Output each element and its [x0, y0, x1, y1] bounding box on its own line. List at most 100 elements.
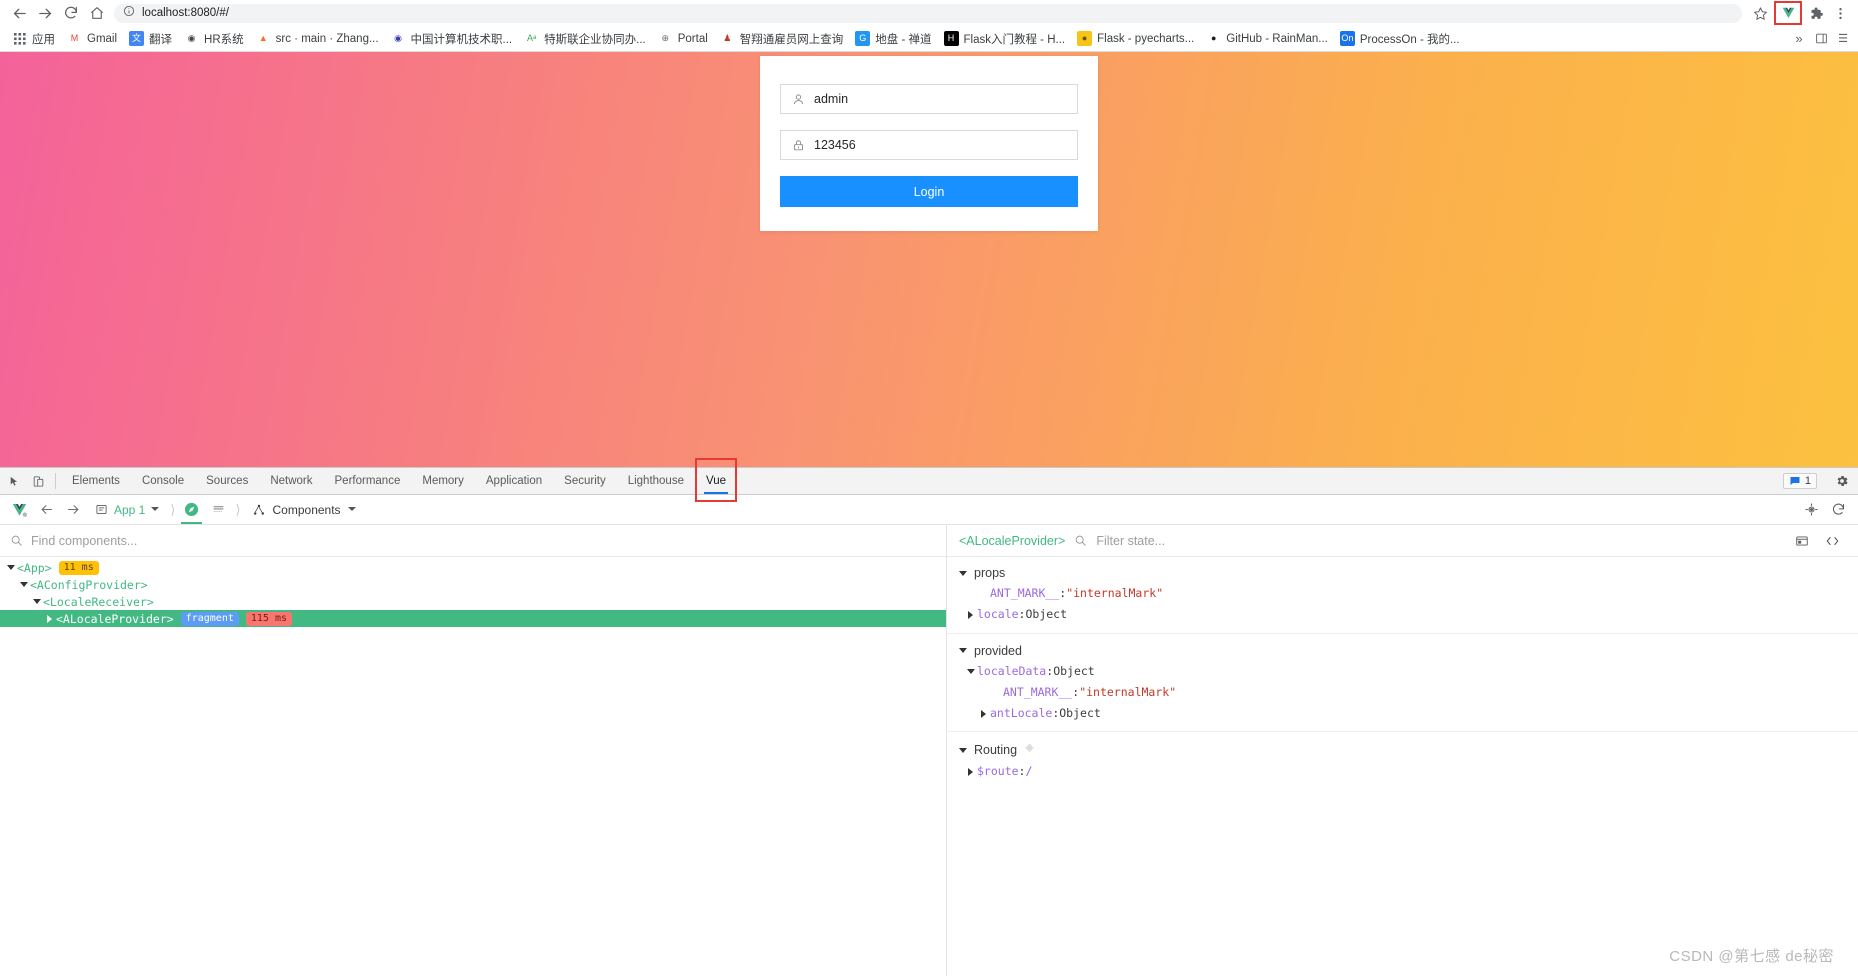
- triangle-down-icon[interactable]: [30, 599, 43, 604]
- devtools-tab-elements[interactable]: Elements: [61, 468, 131, 494]
- vue-back-button[interactable]: [33, 496, 60, 523]
- state-row[interactable]: ANT_MARK__: "internalMark": [947, 583, 1858, 604]
- vue-timeline-icon[interactable]: [205, 496, 232, 523]
- devtools-tab-vue[interactable]: Vue: [695, 468, 737, 494]
- extensions-icon[interactable]: [1804, 0, 1828, 26]
- devtools-tab-performance[interactable]: Performance: [324, 468, 412, 494]
- state-value: "internalMark": [1066, 586, 1164, 600]
- component-search-bar[interactable]: Find components...: [0, 525, 946, 557]
- state-group: props ANT_MARK__: "internalMark" locale: O…: [947, 563, 1858, 634]
- forward-button[interactable]: [32, 0, 58, 26]
- portal-globe-icon: ⊕: [657, 31, 673, 46]
- triangle-right-icon[interactable]: [964, 610, 977, 619]
- devtools-tab-network[interactable]: Network: [259, 468, 323, 494]
- vue-select-in-page-icon[interactable]: [1798, 496, 1825, 523]
- devtools-tab-lighthouse[interactable]: Lighthouse: [617, 468, 695, 494]
- triangle-down-icon[interactable]: [4, 565, 17, 570]
- triangle-down-icon[interactable]: [959, 570, 967, 576]
- state-group-header[interactable]: provided: [947, 641, 1858, 661]
- state-row[interactable]: antLocale: Object: [947, 703, 1858, 724]
- selected-component-name: <ALocaleProvider>: [959, 533, 1066, 548]
- message-icon: [1790, 477, 1800, 485]
- chevron-down-icon-2[interactable]: [347, 507, 356, 515]
- vue-devtools-extension-highlight[interactable]: [1774, 1, 1802, 25]
- console-messages-badge[interactable]: 1: [1782, 473, 1817, 489]
- apps-grid-icon: [12, 31, 27, 46]
- devtools-wrapper: Elements Console Sources Network Performance…: [0, 458, 1858, 976]
- bookmark-item[interactable]: H Flask入门教程 - H...: [938, 29, 1072, 49]
- devtools-tab-sources[interactable]: Sources: [195, 468, 259, 494]
- bookmark-label: GitHub - RainMan...: [1226, 32, 1328, 45]
- component-tree-node[interactable]: <AConfigProvider>: [0, 576, 946, 593]
- triangle-down-icon[interactable]: [959, 747, 967, 753]
- bookmark-item[interactable]: ▲ src · main · Zhang...: [250, 29, 385, 48]
- state-header-actions: [1788, 527, 1846, 554]
- devtools-tab-security[interactable]: Security: [553, 468, 617, 494]
- state-row[interactable]: locale: Object: [947, 604, 1858, 625]
- bookmark-item[interactable]: G 地盘 - 禅道: [849, 29, 937, 49]
- triangle-right-icon[interactable]: [977, 709, 990, 718]
- open-in-editor-icon[interactable]: [1788, 527, 1815, 554]
- bookmark-item[interactable]: Aᵃ 特斯联企业协同办...: [518, 29, 652, 49]
- messages-count: 1: [1804, 475, 1811, 487]
- home-button[interactable]: [84, 0, 110, 26]
- bookmark-item[interactable]: ● GitHub - RainMan...: [1200, 29, 1334, 48]
- component-tree-node[interactable]: <LocaleReceiver>: [0, 593, 946, 610]
- bookmark-side-icon[interactable]: ☰: [1832, 28, 1854, 50]
- bookmark-star-icon[interactable]: [1748, 0, 1772, 26]
- device-toolbar-icon[interactable]: [26, 468, 50, 494]
- vue-app-selector[interactable]: App 1: [87, 503, 167, 517]
- vue-inspect-icon[interactable]: [178, 496, 205, 524]
- vue-forward-button[interactable]: [60, 496, 87, 523]
- address-bar[interactable]: localhost:8080/#/: [114, 3, 1742, 23]
- vue-logo-icon: [6, 496, 33, 523]
- site-info-icon[interactable]: [123, 4, 135, 22]
- bookmark-item[interactable]: ⊕ Portal: [652, 29, 714, 48]
- chrome-menu-icon[interactable]: [1828, 0, 1852, 26]
- bookmarks-overflow: » ☰: [1788, 28, 1854, 50]
- triangle-down-icon[interactable]: [959, 648, 967, 653]
- devtools-tab-console[interactable]: Console: [131, 468, 195, 494]
- state-row[interactable]: ANT_MARK__: "internalMark": [947, 682, 1858, 703]
- bookmark-item[interactable]: ● Flask - pyecharts...: [1071, 29, 1200, 48]
- component-node-name: <App>: [17, 560, 52, 575]
- bookmark-item[interactable]: 文翻译: [123, 29, 178, 49]
- chevron-down-icon[interactable]: [151, 507, 160, 515]
- state-row[interactable]: $route: /: [947, 761, 1858, 782]
- bookmark-item[interactable]: M Gmail: [61, 29, 123, 48]
- show-source-icon[interactable]: [1819, 527, 1846, 554]
- state-group: Routing $route: /: [947, 739, 1858, 789]
- devtools-tab-list: Elements Console Sources Network Performance…: [61, 458, 738, 502]
- bookmark-item[interactable]: ♟ 智翔通雇员网上查询: [714, 29, 850, 49]
- devtools-tab-application[interactable]: Application: [475, 468, 553, 494]
- triangle-right-icon[interactable]: [43, 614, 56, 623]
- back-button[interactable]: [6, 0, 32, 26]
- login-card: admin 123456 Login: [760, 56, 1098, 231]
- state-key: ANT_MARK__: [990, 586, 1060, 600]
- triangle-down-icon[interactable]: [17, 582, 30, 587]
- state-group-header[interactable]: props: [947, 563, 1858, 583]
- bookmark-item[interactable]: ◉ HR系统: [178, 29, 250, 49]
- pyecharts-icon: ●: [1077, 31, 1093, 46]
- bookmark-item[interactable]: ◉ 中国计算机技术职...: [385, 29, 519, 49]
- devtools-tab-memory[interactable]: Memory: [411, 468, 475, 494]
- login-button[interactable]: Login: [780, 176, 1078, 207]
- component-tree-node[interactable]: <App> 11 ms: [0, 559, 946, 576]
- vue-refresh-icon[interactable]: [1825, 496, 1852, 523]
- vue-components-breadcrumb[interactable]: Components: [244, 503, 364, 517]
- username-field[interactable]: admin: [780, 84, 1078, 114]
- bookmarks-overflow-button[interactable]: »: [1788, 28, 1810, 50]
- bookmark-item[interactable]: On ProcessOn - 我的...: [1334, 29, 1466, 49]
- triangle-right-icon[interactable]: [964, 767, 977, 776]
- state-group-header[interactable]: Routing: [947, 739, 1858, 761]
- reading-list-icon[interactable]: [1810, 28, 1832, 50]
- bookmark-item[interactable]: 应用: [6, 29, 61, 49]
- reload-button[interactable]: [58, 0, 84, 26]
- inspect-element-icon[interactable]: [2, 468, 26, 494]
- password-field[interactable]: 123456: [780, 130, 1078, 160]
- state-row[interactable]: localeData: Object: [947, 661, 1858, 682]
- component-tree-node[interactable]: <ALocaleProvider> fragment 115 ms: [0, 610, 946, 627]
- settings-gear-icon[interactable]: [1830, 474, 1854, 488]
- bookmark-label: 智翔通雇员网上查询: [739, 33, 844, 46]
- triangle-down-icon[interactable]: [964, 668, 977, 674]
